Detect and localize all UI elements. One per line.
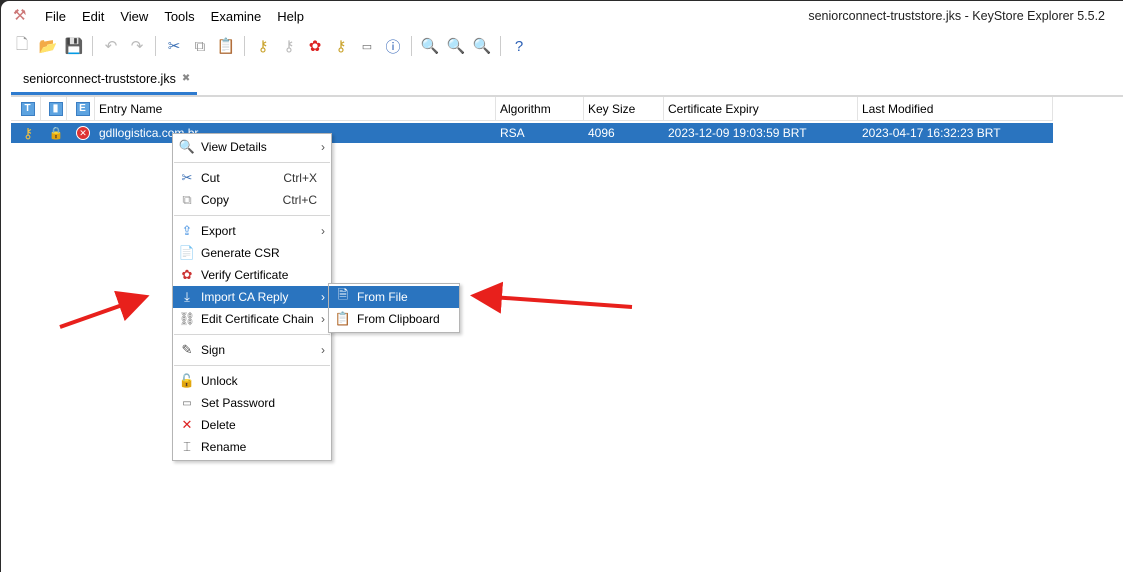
annotation-arrows (59, 281, 633, 329)
annotation-arrow-left (59, 290, 150, 329)
annotation-arrow-right (470, 281, 633, 314)
